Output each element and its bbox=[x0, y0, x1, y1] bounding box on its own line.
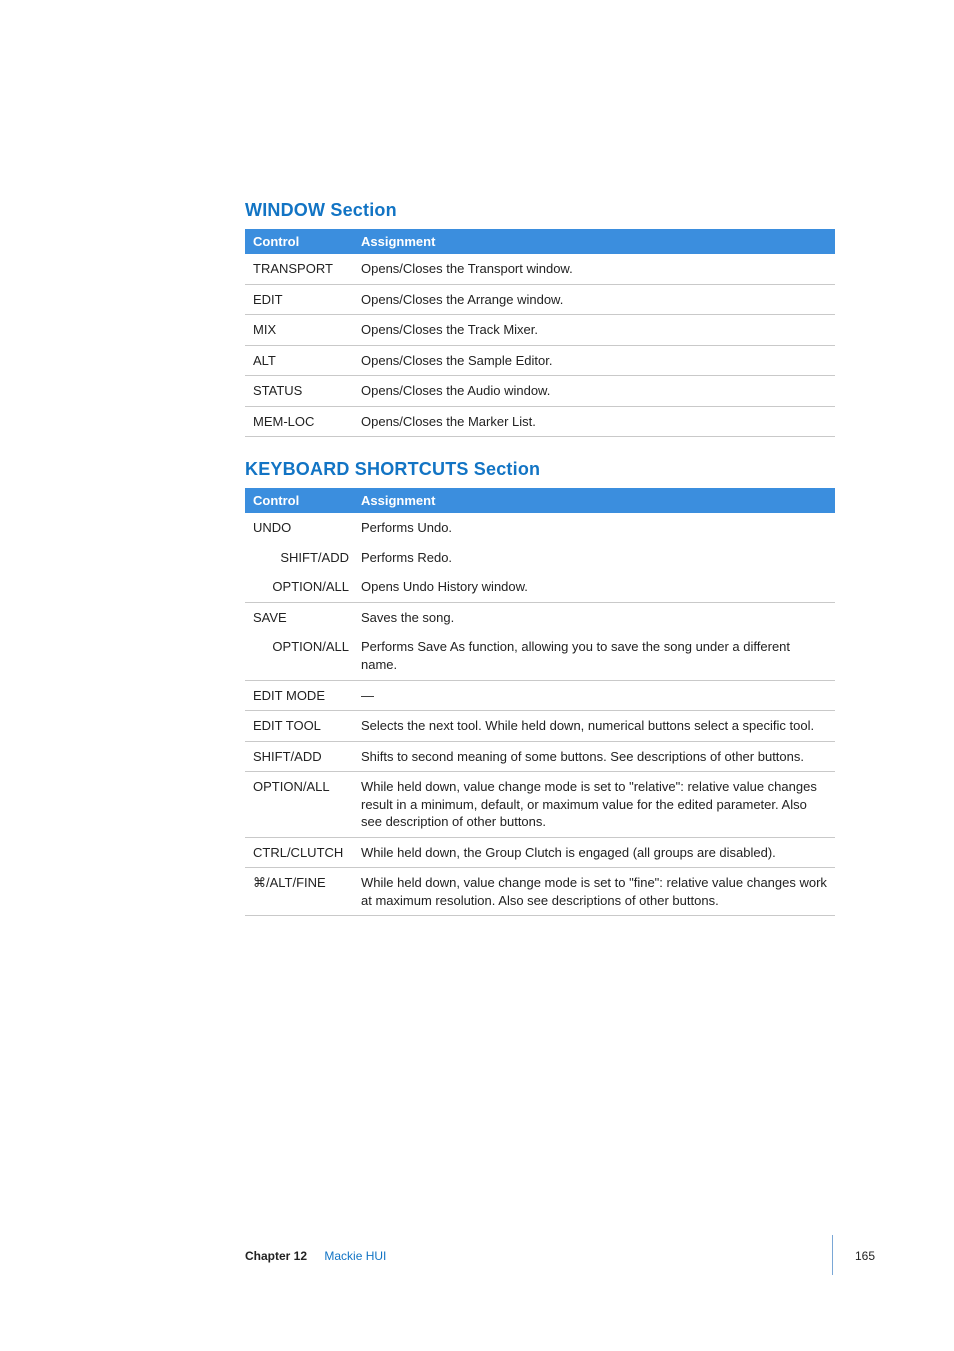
table-row: MIXOpens/Closes the Track Mixer. bbox=[245, 315, 835, 346]
control-cell: OPTION/ALL bbox=[245, 572, 353, 602]
section-title: WINDOW Section bbox=[245, 200, 835, 221]
control-cell: STATUS bbox=[245, 376, 353, 407]
assignment-cell: Shifts to second meaning of some buttons… bbox=[353, 741, 835, 772]
table-row: OPTION/ALLPerforms Save As function, all… bbox=[245, 632, 835, 680]
table-row: EDITOpens/Closes the Arrange window. bbox=[245, 284, 835, 315]
control-cell: EDIT TOOL bbox=[245, 711, 353, 742]
assignment-cell: Opens/Closes the Sample Editor. bbox=[353, 345, 835, 376]
assignment-cell: Saves the song. bbox=[353, 602, 835, 632]
assignment-cell: — bbox=[353, 680, 835, 711]
table-row: MEM-LOCOpens/Closes the Marker List. bbox=[245, 406, 835, 437]
content-area: WINDOW SectionControlAssignmentTRANSPORT… bbox=[245, 200, 835, 916]
table-row: UNDOPerforms Undo. bbox=[245, 513, 835, 543]
assignment-cell: Opens/Closes the Track Mixer. bbox=[353, 315, 835, 346]
assignment-cell: Opens/Closes the Audio window. bbox=[353, 376, 835, 407]
chapter-name: Mackie HUI bbox=[324, 1249, 386, 1263]
table-row: SHIFT/ADDPerforms Redo. bbox=[245, 543, 835, 573]
assignment-cell: Performs Save As function, allowing you … bbox=[353, 632, 835, 680]
table-row: TRANSPORTOpens/Closes the Transport wind… bbox=[245, 254, 835, 284]
control-cell: ⌘/ALT/FINE bbox=[245, 868, 353, 916]
col-header-control: Control bbox=[245, 229, 353, 254]
page-number: 165 bbox=[855, 1249, 875, 1263]
col-header-assignment: Assignment bbox=[353, 488, 835, 513]
chapter-label: Chapter 12 bbox=[245, 1249, 307, 1263]
table-row: SAVESaves the song. bbox=[245, 602, 835, 632]
assignment-cell: Performs Undo. bbox=[353, 513, 835, 543]
page-footer: Chapter 12 Mackie HUI 165 bbox=[245, 1249, 875, 1263]
col-header-control: Control bbox=[245, 488, 353, 513]
assignment-table: ControlAssignmentTRANSPORTOpens/Closes t… bbox=[245, 229, 835, 437]
control-cell: UNDO bbox=[245, 513, 353, 543]
control-cell: OPTION/ALL bbox=[245, 772, 353, 838]
control-cell: SAVE bbox=[245, 602, 353, 632]
table-row: OPTION/ALLWhile held down, value change … bbox=[245, 772, 835, 838]
table-row: EDIT TOOLSelects the next tool. While he… bbox=[245, 711, 835, 742]
table-row: STATUSOpens/Closes the Audio window. bbox=[245, 376, 835, 407]
assignment-cell: While held down, value change mode is se… bbox=[353, 772, 835, 838]
assignment-table: ControlAssignmentUNDOPerforms Undo.SHIFT… bbox=[245, 488, 835, 916]
col-header-assignment: Assignment bbox=[353, 229, 835, 254]
assignment-cell: Opens/Closes the Marker List. bbox=[353, 406, 835, 437]
section-title: KEYBOARD SHORTCUTS Section bbox=[245, 459, 835, 480]
table-row: ALTOpens/Closes the Sample Editor. bbox=[245, 345, 835, 376]
table-row: OPTION/ALLOpens Undo History window. bbox=[245, 572, 835, 602]
table-row: CTRL/CLUTCHWhile held down, the Group Cl… bbox=[245, 837, 835, 868]
table-row: SHIFT/ADDShifts to second meaning of som… bbox=[245, 741, 835, 772]
assignment-cell: While held down, the Group Clutch is eng… bbox=[353, 837, 835, 868]
assignment-cell: Selects the next tool. While held down, … bbox=[353, 711, 835, 742]
control-cell: ALT bbox=[245, 345, 353, 376]
control-cell: TRANSPORT bbox=[245, 254, 353, 284]
control-cell: EDIT MODE bbox=[245, 680, 353, 711]
assignment-cell: While held down, value change mode is se… bbox=[353, 868, 835, 916]
page: WINDOW SectionControlAssignmentTRANSPORT… bbox=[0, 0, 954, 1351]
control-cell: MIX bbox=[245, 315, 353, 346]
control-cell: EDIT bbox=[245, 284, 353, 315]
assignment-cell: Opens Undo History window. bbox=[353, 572, 835, 602]
control-cell: OPTION/ALL bbox=[245, 632, 353, 680]
assignment-cell: Performs Redo. bbox=[353, 543, 835, 573]
footer-rule bbox=[832, 1235, 833, 1275]
table-row: EDIT MODE— bbox=[245, 680, 835, 711]
control-cell: SHIFT/ADD bbox=[245, 741, 353, 772]
control-cell: CTRL/CLUTCH bbox=[245, 837, 353, 868]
assignment-cell: Opens/Closes the Transport window. bbox=[353, 254, 835, 284]
table-row: ⌘/ALT/FINEWhile held down, value change … bbox=[245, 868, 835, 916]
control-cell: SHIFT/ADD bbox=[245, 543, 353, 573]
assignment-cell: Opens/Closes the Arrange window. bbox=[353, 284, 835, 315]
control-cell: MEM-LOC bbox=[245, 406, 353, 437]
